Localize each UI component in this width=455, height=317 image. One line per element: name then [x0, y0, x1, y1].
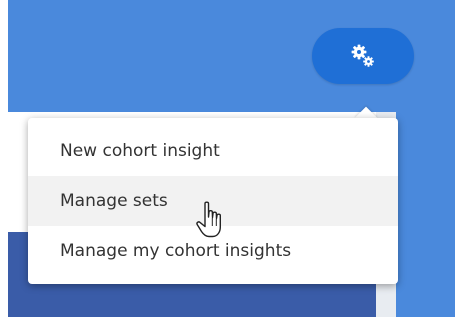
- settings-dropdown-menu: New cohort insight Manage sets Manage my…: [28, 118, 398, 284]
- gears-icon: [351, 44, 374, 67]
- menu-item-new-cohort-insight[interactable]: New cohort insight: [28, 126, 398, 176]
- menu-item-label: New cohort insight: [60, 141, 220, 161]
- settings-menu-button[interactable]: [312, 28, 414, 84]
- menu-item-label: Manage my cohort insights: [60, 241, 292, 261]
- menu-item-label: Manage sets: [60, 191, 168, 211]
- menu-item-manage-sets[interactable]: Manage sets: [28, 176, 398, 226]
- menu-item-manage-my-cohort-insights[interactable]: Manage my cohort insights: [28, 226, 398, 276]
